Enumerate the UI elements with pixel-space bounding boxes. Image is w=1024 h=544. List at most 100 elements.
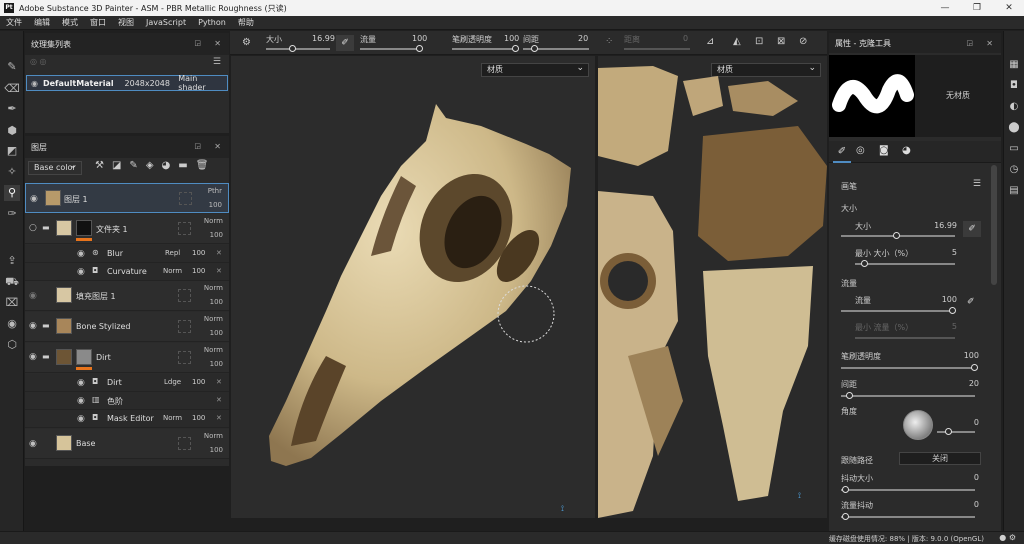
flow-slider-knob[interactable] <box>416 45 423 52</box>
polygon-fill-icon[interactable]: ◩ <box>4 143 20 159</box>
effect-opacity[interactable]: 100 <box>192 414 205 422</box>
eye-icon[interactable]: ◉ <box>30 194 38 204</box>
mask-slot[interactable] <box>178 351 191 364</box>
add-paint-layer-icon[interactable]: ✎ <box>129 160 145 171</box>
mirror-icon[interactable]: ◭ <box>733 36 741 47</box>
effect-row[interactable]: ◉ ◘ Mask Editor Norm 100 ✕ <box>25 410 229 428</box>
tab-material-icon[interactable]: ◕ <box>902 145 911 156</box>
brush-opacity-slider-knob[interactable] <box>512 45 519 52</box>
float-panel-icon[interactable]: ◲ <box>966 39 973 47</box>
blend-mode[interactable]: Repl <box>165 249 180 257</box>
close-window-button[interactable]: ✕ <box>994 0 1024 16</box>
remove-effect-icon[interactable]: ✕ <box>216 267 222 275</box>
layer-opacity[interactable]: 100 <box>210 231 223 239</box>
angle-slider[interactable] <box>937 431 975 433</box>
flow-slider-knob[interactable] <box>949 307 956 314</box>
eye-icon[interactable]: ◉ <box>29 439 37 449</box>
layer-opacity[interactable]: 100 <box>210 446 223 454</box>
log-icon[interactable]: ▤ <box>1007 184 1021 198</box>
float-panel-icon[interactable]: ◲ <box>194 39 201 47</box>
effect-row[interactable]: ◉ ◘ Curvature Norm 100 ✕ <box>25 263 229 281</box>
brush-presets-icon[interactable]: ☰ <box>973 179 981 189</box>
menu-mode[interactable]: 模式 <box>62 17 78 28</box>
texture-set-row[interactable]: ◉ DefaultMaterial 2048x2048 Main shader <box>26 74 228 92</box>
layer-row[interactable]: ◉ 填充图层 1 Norm 100 <box>25 281 229 311</box>
projection-icon[interactable]: ✒ <box>4 101 20 117</box>
layer-row[interactable]: ◉ 图层 1 Pthr 100 <box>25 183 229 213</box>
3d-object-icon[interactable]: ⬡ <box>4 337 20 353</box>
menu-python[interactable]: Python <box>198 18 226 27</box>
backface-culling-icon[interactable]: ⊠ <box>777 36 785 47</box>
effect-row[interactable]: ◉ ⊛ Blur Repl 100 ✕ <box>25 245 229 263</box>
clone-stamp-icon[interactable]: ⚲ <box>4 185 20 201</box>
effect-opacity[interactable]: 100 <box>192 267 205 275</box>
tab-alpha-icon[interactable]: ◎ <box>856 145 865 156</box>
size-slider-knob[interactable] <box>289 45 296 52</box>
eraser-icon[interactable]: ⌫ <box>4 81 20 97</box>
angle-slider-knob[interactable] <box>945 428 952 435</box>
menu-view[interactable]: 视图 <box>118 17 134 28</box>
blend-mode[interactable]: Norm <box>163 267 182 275</box>
occlusion-icon[interactable]: ⊘ <box>799 36 807 47</box>
jitter-flow-slider-knob[interactable] <box>842 513 849 520</box>
channel-dropdown[interactable]: Base color <box>28 160 82 175</box>
alignment-icon[interactable]: ⊡ <box>755 36 763 47</box>
menu-help[interactable]: 帮助 <box>238 17 254 28</box>
shelf-icon[interactable]: ▦ <box>1007 58 1021 72</box>
properties-scrollbar[interactable] <box>991 165 997 285</box>
history-icon[interactable]: ◷ <box>1007 163 1021 177</box>
eye-icon[interactable]: ◉ <box>31 79 38 88</box>
remove-effect-icon[interactable]: ✕ <box>216 249 222 257</box>
blend-mode[interactable]: Norm <box>204 315 223 323</box>
menu-file[interactable]: 文件 <box>6 17 22 28</box>
maximize-button[interactable]: ❐ <box>962 0 992 16</box>
blend-mode[interactable]: Norm <box>204 346 223 354</box>
tab-stencil-icon[interactable]: ◙ <box>879 145 889 156</box>
size-slider-knob[interactable] <box>893 232 900 239</box>
paint-brush-icon[interactable]: ✎ <box>4 59 20 75</box>
symmetry-icon[interactable]: ⊿ <box>706 36 714 47</box>
smudge-icon[interactable]: ✧ <box>4 164 20 180</box>
delete-icon[interactable]: ⌧ <box>4 295 20 311</box>
eye-icon[interactable]: ◉ <box>29 352 37 362</box>
float-panel-icon[interactable]: ◲ <box>194 142 201 150</box>
blend-mode[interactable]: Norm <box>163 414 182 422</box>
add-fill-layer-icon[interactable]: ◈ <box>146 160 162 171</box>
eye-icon[interactable]: ◉ <box>77 378 85 388</box>
flow-pressure-icon[interactable]: ✐ <box>967 297 975 307</box>
effect-row[interactable]: ◉ ▥ 色阶 ✕ <box>25 392 229 410</box>
remove-effect-icon[interactable]: ✕ <box>216 414 222 422</box>
flow-slider[interactable] <box>360 48 422 50</box>
lazy-distance-slider[interactable] <box>624 48 690 50</box>
menu-edit[interactable]: 编辑 <box>34 17 50 28</box>
layer-opacity[interactable]: 100 <box>210 329 223 337</box>
min-size-slider[interactable] <box>855 263 955 265</box>
notification-icon[interactable]: ● <box>999 533 1006 542</box>
display-settings-icon[interactable]: ◘ <box>1007 79 1021 93</box>
eye-icon[interactable]: ◉ <box>29 321 37 331</box>
export-icon[interactable]: ⇪ <box>4 253 20 269</box>
texture-set-visibility-icon[interactable]: ◎ ◎ <box>30 57 47 66</box>
spacing-slider[interactable] <box>841 395 975 397</box>
brush-opacity-slider[interactable] <box>452 48 516 50</box>
eye-icon[interactable]: ◉ <box>29 291 37 301</box>
layer-opacity[interactable]: 100 <box>210 360 223 368</box>
angle-dial[interactable] <box>903 410 933 440</box>
color-picker-icon[interactable]: ✑ <box>4 206 20 222</box>
texture-settings-icon[interactable]: ⬤ <box>1007 121 1021 135</box>
blend-mode[interactable]: Ldge <box>164 378 181 386</box>
settings-gear-icon[interactable]: ⚙ <box>1009 533 1016 542</box>
min-flow-slider[interactable] <box>855 337 955 339</box>
layer-row[interactable]: ◉ Base Norm 100 <box>25 429 229 459</box>
add-smart-material-icon[interactable]: ◕ <box>162 160 179 171</box>
blend-mode[interactable]: Norm <box>204 432 223 440</box>
viewer-settings-icon[interactable]: ▭ <box>1007 142 1021 156</box>
add-effect-icon[interactable]: ⚒ <box>95 160 112 171</box>
close-panel-icon[interactable]: ✕ <box>214 142 221 151</box>
minimize-button[interactable]: — <box>930 0 960 16</box>
size-pressure-icon[interactable]: ✐ <box>963 221 981 237</box>
jitter-size-slider[interactable] <box>841 489 975 491</box>
mask-slot[interactable] <box>178 320 191 333</box>
add-mask-icon[interactable]: ◪ <box>112 160 129 171</box>
viewport-3d[interactable]: 材质 ⟟ <box>231 56 595 518</box>
